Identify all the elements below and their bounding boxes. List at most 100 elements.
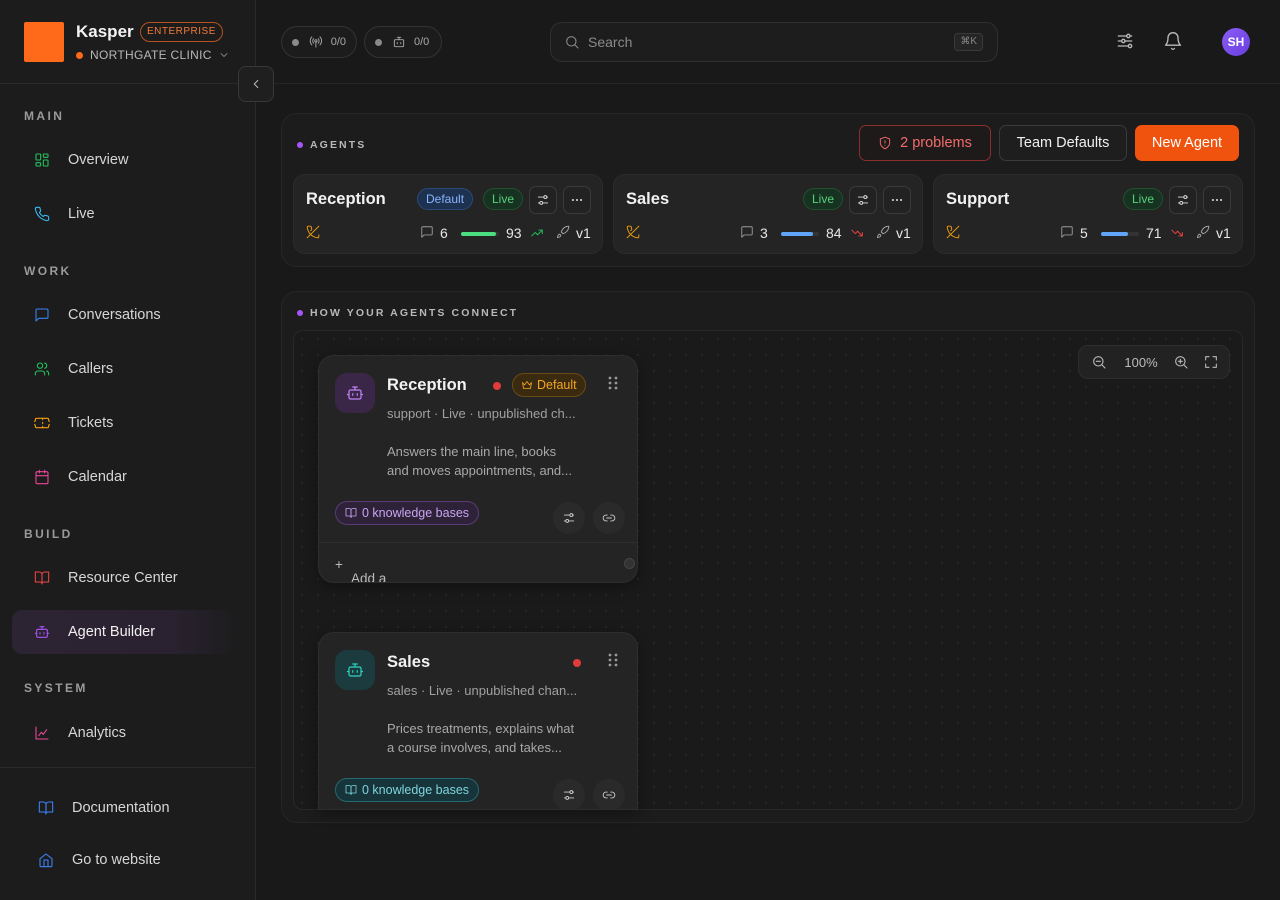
agent-more-button[interactable] bbox=[1203, 186, 1231, 214]
search-bar[interactable]: Search ⌘K bbox=[550, 22, 998, 62]
sidebar-item-go-to-website[interactable]: Go to website bbox=[12, 838, 238, 882]
knowledge-badge[interactable]: 0 knowledge bases bbox=[335, 501, 480, 525]
node-link-button[interactable] bbox=[593, 502, 625, 534]
agent-card-reception[interactable]: Reception Default Live 6 93 v1 bbox=[293, 174, 603, 254]
rocket-icon bbox=[556, 225, 570, 239]
agent-stats: 6 93 v1 bbox=[306, 223, 591, 243]
zoom-out-button[interactable] bbox=[1089, 354, 1109, 370]
drag-handle-icon[interactable] bbox=[607, 376, 619, 390]
status-dot bbox=[375, 38, 382, 46]
phone-off-icon bbox=[306, 225, 320, 239]
search-shortcut: ⌘K bbox=[954, 33, 983, 51]
node-description: Answers the main line, books and moves a… bbox=[387, 442, 592, 480]
trend-down-icon bbox=[851, 229, 863, 237]
rocket-icon bbox=[1196, 225, 1210, 239]
add-route-row[interactable]: + Add a route from Reception bbox=[319, 542, 637, 582]
sidebar-item-label: Documentation bbox=[72, 800, 170, 816]
add-route-label: Add a route from Reception bbox=[351, 571, 387, 583]
knowledge-label: 0 knowledge bases bbox=[362, 783, 470, 797]
sliders-icon[interactable] bbox=[1115, 31, 1135, 51]
problems-label: 2 problems bbox=[900, 135, 972, 151]
sidebar-item-overview[interactable]: Overview bbox=[12, 138, 238, 182]
section-dot bbox=[297, 310, 303, 316]
users-icon bbox=[34, 362, 50, 376]
node-output-port[interactable] bbox=[624, 558, 635, 569]
agent-node-reception[interactable]: Reception Default support · Live · unpub… bbox=[318, 355, 638, 583]
status-dot bbox=[292, 38, 299, 46]
sidebar-item-label: Go to website bbox=[72, 852, 161, 868]
add-route-button[interactable]: + Add a route from Reception bbox=[335, 557, 386, 582]
node-settings-button[interactable] bbox=[553, 779, 585, 809]
sidebar-item-resource-center[interactable]: Resource Center bbox=[12, 556, 238, 600]
agent-name: Support bbox=[946, 190, 1010, 208]
version-label: v1 bbox=[576, 225, 591, 241]
fullscreen-icon bbox=[1205, 356, 1217, 368]
team-defaults-button[interactable]: Team Defaults bbox=[999, 125, 1127, 161]
fullscreen-button[interactable] bbox=[1201, 354, 1221, 370]
new-agent-button[interactable]: New Agent bbox=[1135, 125, 1239, 161]
chart-icon bbox=[35, 726, 49, 740]
node-avatar bbox=[335, 373, 375, 413]
agent-card-support[interactable]: Support Live 5 71 v1 bbox=[933, 174, 1243, 254]
node-link-button[interactable] bbox=[593, 779, 625, 809]
brand-logo[interactable] bbox=[24, 22, 64, 62]
node-settings-button[interactable] bbox=[553, 502, 585, 534]
sidebar-item-analytics[interactable]: Analytics bbox=[12, 711, 238, 755]
node-title: Reception bbox=[387, 376, 467, 394]
bell-icon[interactable] bbox=[1163, 31, 1183, 51]
sidebar-item-calendar[interactable]: Calendar bbox=[12, 455, 238, 499]
status-pill-channels[interactable]: 0/0 bbox=[281, 26, 357, 58]
sidebar-item-callers[interactable]: Callers bbox=[12, 347, 238, 391]
sidebar-item-label: Calendar bbox=[68, 469, 127, 485]
sidebar-item-tickets[interactable]: Tickets bbox=[12, 401, 238, 445]
status-dot-unpublished bbox=[493, 382, 501, 390]
status-dot-unpublished bbox=[573, 659, 581, 667]
sidebar-item-conversations[interactable]: Conversations bbox=[12, 293, 238, 337]
avatar[interactable]: SH bbox=[1222, 28, 1250, 56]
drag-handle-icon[interactable] bbox=[607, 653, 619, 667]
sliders-icon bbox=[563, 790, 575, 800]
chevron-down-icon bbox=[220, 53, 228, 57]
brand-name: Kasper bbox=[76, 22, 134, 41]
knowledge-label: 0 knowledge bases bbox=[362, 506, 470, 520]
agent-card-sales[interactable]: Sales Live 3 84 v1 bbox=[613, 174, 923, 254]
book-icon bbox=[345, 508, 357, 518]
zoom-in-button[interactable] bbox=[1171, 354, 1191, 370]
sidebar-item-live[interactable]: Live bbox=[12, 192, 238, 236]
more-icon bbox=[571, 198, 583, 202]
default-badge: Default bbox=[512, 373, 586, 397]
agent-more-button[interactable] bbox=[883, 186, 911, 214]
conversation-count: 6 bbox=[440, 225, 448, 241]
crown-icon bbox=[522, 381, 532, 389]
problems-button[interactable]: 2 problems bbox=[859, 125, 991, 161]
sliders-icon bbox=[857, 195, 869, 205]
agent-more-button[interactable] bbox=[563, 186, 591, 214]
rocket-icon bbox=[876, 225, 890, 239]
sidebar-item-documentation[interactable]: Documentation bbox=[12, 786, 238, 830]
chat-icon bbox=[421, 226, 433, 238]
live-badge: Live bbox=[483, 188, 524, 210]
connect-label-text: HOW YOUR AGENTS CONNECT bbox=[310, 307, 519, 319]
node-subtitle: sales · Live · unpublished chan... bbox=[387, 683, 578, 698]
agent-settings-button[interactable] bbox=[1169, 186, 1197, 214]
agent-node-sales[interactable]: Sales sales · Live · unpublished chan...… bbox=[318, 632, 638, 810]
sidebar-item-label: Conversations bbox=[68, 307, 161, 323]
sidebar-item-label: Live bbox=[68, 206, 95, 222]
org-switcher[interactable]: NORTHGATE CLINIC bbox=[76, 48, 230, 62]
link-icon bbox=[602, 791, 616, 799]
sidebar-item-label: Tickets bbox=[68, 415, 114, 431]
score-bar bbox=[781, 232, 819, 236]
sidebar-item-agent-builder[interactable]: Agent Builder bbox=[12, 610, 238, 654]
header-divider bbox=[256, 83, 1280, 84]
agents-label-text: AGENTS bbox=[310, 139, 367, 151]
knowledge-badge[interactable]: 0 knowledge bases bbox=[335, 778, 480, 802]
collapse-sidebar-button[interactable] bbox=[238, 66, 274, 102]
agent-settings-button[interactable] bbox=[529, 186, 557, 214]
agent-settings-button[interactable] bbox=[849, 186, 877, 214]
sliders-icon bbox=[1177, 195, 1189, 205]
search-placeholder: Search bbox=[588, 34, 633, 50]
status-pill-agents[interactable]: 0/0 bbox=[364, 26, 442, 58]
section-label-main: MAIN bbox=[24, 109, 65, 123]
book-icon bbox=[38, 801, 54, 815]
score-bar bbox=[1101, 232, 1139, 236]
